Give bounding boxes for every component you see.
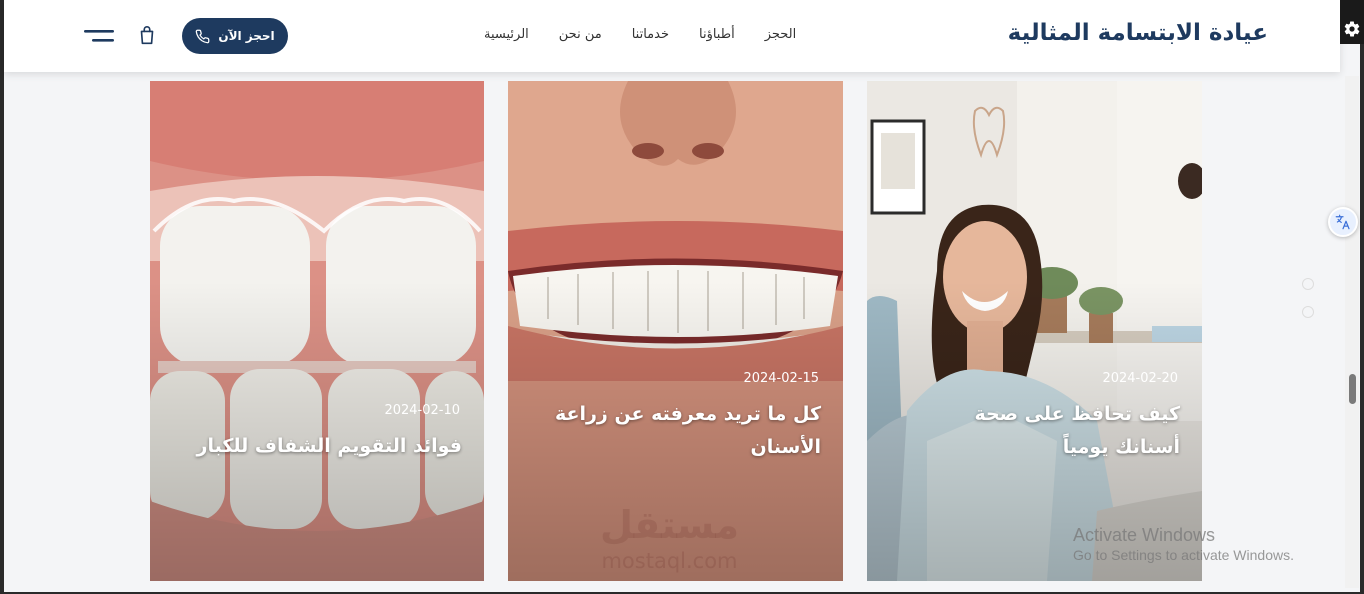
menu-icon[interactable] xyxy=(84,28,114,44)
watermark-english: mostaql.com xyxy=(601,549,738,573)
nav-home[interactable]: الرئيسية xyxy=(484,27,529,42)
site-header: عيادة الابتسامة المثالية الرئيسية من نحن… xyxy=(4,0,1340,72)
gear-icon xyxy=(1344,21,1360,37)
phone-icon xyxy=(196,29,210,43)
page-scrollbar[interactable] xyxy=(1345,76,1359,588)
card-title[interactable]: كل ما تريد معرفته عن زراعة الأسنان xyxy=(551,398,821,464)
card-date: 2024-02-10 xyxy=(384,403,460,418)
blog-card[interactable]: 2024-02-20 كيف تحافظ على صحة أسنانك يومي… xyxy=(867,81,1202,581)
nav-doctors[interactable]: أطباؤنا xyxy=(699,27,735,42)
activate-subtitle: Go to Settings to activate Windows. xyxy=(1073,547,1294,563)
nav-about[interactable]: من نحن xyxy=(559,27,602,42)
nav-services[interactable]: خدماتنا xyxy=(632,27,669,42)
book-now-button[interactable]: احجز الآن xyxy=(182,18,288,54)
carousel-dot[interactable] xyxy=(1302,306,1314,318)
activate-title: Activate Windows xyxy=(1073,525,1216,545)
translate-button[interactable] xyxy=(1328,207,1358,237)
card-date: 2024-02-15 xyxy=(743,371,819,386)
settings-panel-toggle[interactable] xyxy=(1340,0,1364,44)
main-nav: الرئيسية من نحن خدماتنا أطباؤنا الحجز xyxy=(484,27,796,42)
cart-icon[interactable] xyxy=(136,25,158,47)
card-title[interactable]: فوائد التقويم الشفاف للكبار xyxy=(172,430,462,463)
blog-card[interactable]: 2024-02-10 فوائد التقويم الشفاف للكبار xyxy=(150,81,484,581)
activate-windows-notice: Activate Windows Go to Settings to activ… xyxy=(1073,524,1294,564)
card-title[interactable]: كيف تحافظ على صحة أسنانك يومياً xyxy=(910,398,1180,464)
nav-booking[interactable]: الحجز xyxy=(765,27,797,42)
translate-icon xyxy=(1335,214,1350,230)
mostaql-watermark: مستقل mostaql.com xyxy=(600,500,739,572)
carousel-dot[interactable] xyxy=(1302,278,1314,290)
book-now-label: احجز الآن xyxy=(218,29,275,43)
scrollbar-thumb[interactable] xyxy=(1349,374,1356,404)
card-date: 2024-02-20 xyxy=(1102,371,1178,386)
watermark-arabic: مستقل xyxy=(600,503,739,547)
brand-logo-text[interactable]: عيادة الابتسامة المثالية xyxy=(1008,20,1268,46)
